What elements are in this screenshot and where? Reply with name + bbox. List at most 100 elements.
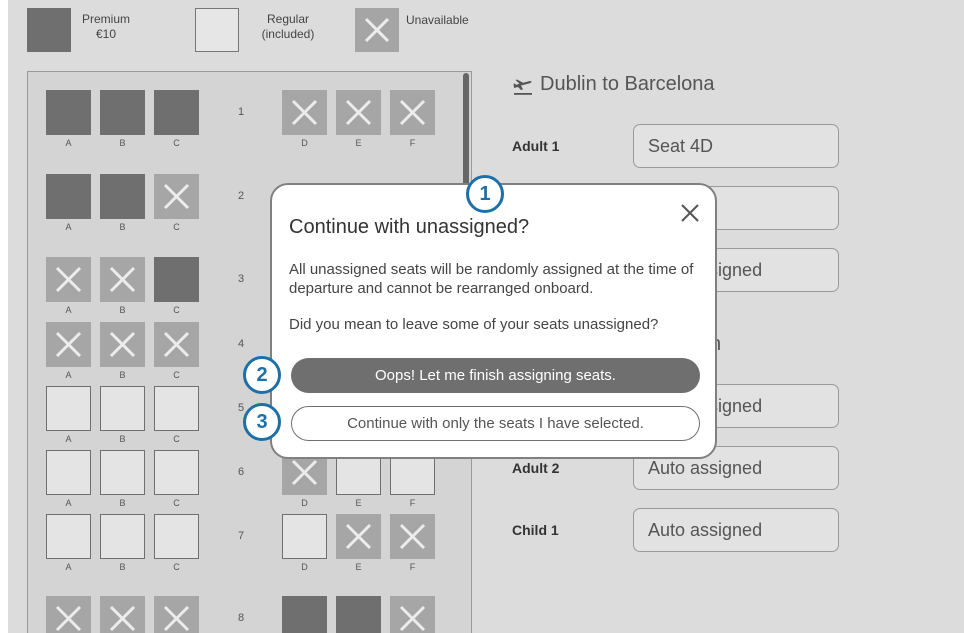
- seat-letter: E: [355, 138, 362, 148]
- seat-7F: [390, 514, 435, 559]
- seat-1C[interactable]: [154, 90, 199, 135]
- dialog-title: Continue with unassigned?: [289, 216, 530, 238]
- legend-premium-text: Premium €10: [78, 12, 134, 42]
- legend-unavailable-swatch: [355, 8, 399, 52]
- legend-regular-swatch: [195, 8, 239, 52]
- seat-2B[interactable]: [100, 174, 145, 219]
- seat-letter: D: [301, 138, 308, 148]
- seat-3B: [100, 257, 145, 302]
- seat-letter: E: [355, 498, 362, 508]
- seat-letter: C: [173, 562, 180, 572]
- unavailable-x-icon: [55, 605, 82, 632]
- seat-letter: A: [65, 434, 72, 444]
- row-number: 4: [237, 338, 245, 350]
- unavailable-x-icon: [55, 331, 82, 358]
- seat-letter: A: [65, 370, 72, 380]
- unavailable-x-icon: [399, 99, 426, 126]
- flight1-title: Dublin to Barcelona: [540, 73, 715, 95]
- seat-letter: C: [173, 222, 180, 232]
- seat-letter: C: [173, 305, 180, 315]
- seat-4C: [154, 322, 199, 367]
- unavailable-x-icon: [109, 266, 136, 293]
- flight2-passenger-label-3: Child 1: [512, 522, 559, 538]
- seat-7E: [336, 514, 381, 559]
- seat-4B: [100, 322, 145, 367]
- seat-7C[interactable]: [154, 514, 199, 559]
- seat-5A[interactable]: [46, 386, 91, 431]
- close-x-icon: [364, 17, 390, 43]
- seat-4A: [46, 322, 91, 367]
- seat-6A[interactable]: [46, 450, 91, 495]
- seat-1B[interactable]: [100, 90, 145, 135]
- unavailable-x-icon: [55, 266, 82, 293]
- seat-letter: C: [173, 498, 180, 508]
- seat-letter: A: [65, 562, 72, 572]
- legend-regular-note: (included): [261, 27, 315, 41]
- unavailable-x-icon: [345, 523, 372, 550]
- seat-letter: B: [119, 562, 126, 572]
- seat-8A: [46, 596, 91, 633]
- seat-8E[interactable]: [336, 596, 381, 633]
- unavailable-x-icon: [109, 331, 136, 358]
- seat-1D: [282, 90, 327, 135]
- unavailable-x-icon: [291, 99, 318, 126]
- row-number: 3: [237, 273, 245, 285]
- seat-1A[interactable]: [46, 90, 91, 135]
- seat-2C: [154, 174, 199, 219]
- seat-7D[interactable]: [282, 514, 327, 559]
- callout-badge-2: 2: [243, 356, 281, 394]
- seat-3A: [46, 257, 91, 302]
- seat-8C: [154, 596, 199, 633]
- seat-6B[interactable]: [100, 450, 145, 495]
- seat-letter: F: [409, 138, 416, 148]
- unavailable-x-icon: [399, 605, 426, 632]
- flight1-passenger-label: Adult 1: [512, 138, 560, 154]
- seat-7A[interactable]: [46, 514, 91, 559]
- seat-letter: D: [301, 498, 308, 508]
- seat-letter: C: [173, 370, 180, 380]
- continue-with-selected-button[interactable]: Continue with only the seats I have sele…: [291, 406, 700, 441]
- legend-premium-price: €10: [95, 27, 117, 41]
- seat-5C[interactable]: [154, 386, 199, 431]
- seat-8D[interactable]: [282, 596, 327, 633]
- seat-letter: A: [65, 138, 72, 148]
- plane-departure-icon: [513, 79, 532, 95]
- legend-premium-swatch: [27, 8, 71, 52]
- seat-letter: C: [173, 434, 180, 444]
- legend-premium-label: Premium: [81, 12, 130, 26]
- finish-assigning-button[interactable]: Oops! Let me finish assigning seats.: [291, 358, 700, 393]
- row-number: 6: [237, 466, 245, 478]
- seat-letter: C: [173, 138, 180, 148]
- seat-5B[interactable]: [100, 386, 145, 431]
- callout-badge-3: 3: [243, 403, 281, 441]
- close-icon[interactable]: [677, 200, 703, 226]
- seat-letter: F: [409, 562, 416, 572]
- row-number: 8: [237, 612, 245, 624]
- seat-1F: [390, 90, 435, 135]
- seat-6C[interactable]: [154, 450, 199, 495]
- legend-regular-text: Regular (included): [252, 12, 324, 42]
- dialog-body-text: All unassigned seats will be randomly as…: [289, 261, 694, 297]
- seat-letter: B: [119, 222, 126, 232]
- seat-letter: B: [119, 138, 126, 148]
- flight1-seat-field[interactable]: Seat 4D: [633, 124, 839, 168]
- unavailable-x-icon: [163, 605, 190, 632]
- unavailable-x-icon: [399, 523, 426, 550]
- seat-letter: B: [119, 305, 126, 315]
- seat-7B[interactable]: [100, 514, 145, 559]
- seat-1E: [336, 90, 381, 135]
- seat-2A[interactable]: [46, 174, 91, 219]
- legend-regular-label: Regular: [266, 12, 310, 26]
- seat-letter: E: [355, 562, 362, 572]
- legend-unavailable-label: Unavailable: [406, 13, 469, 27]
- flight2-passenger-label-2: Adult 2: [512, 460, 560, 476]
- seat-letter: B: [119, 498, 126, 508]
- unavailable-x-icon: [163, 183, 190, 210]
- seat-letter: A: [65, 498, 72, 508]
- flight2-seat-field-3[interactable]: Auto assigned: [633, 508, 839, 552]
- seat-3C[interactable]: [154, 257, 199, 302]
- callout-badge-1: 1: [466, 175, 504, 213]
- row-number: 7: [237, 530, 245, 542]
- seat-letter: A: [65, 222, 72, 232]
- seat-8B: [100, 596, 145, 633]
